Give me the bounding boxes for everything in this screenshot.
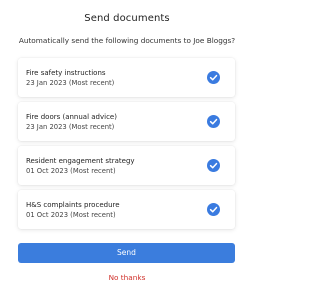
document-item-fire-doors[interactable]: Fire doors (annual advice) 23 Jan 2023 (…: [18, 102, 235, 141]
document-item-resident-engagement-strategy[interactable]: Resident engagement strategy 01 Oct 2023…: [18, 146, 235, 185]
document-date: 01 Oct 2023 (Most recent): [26, 167, 116, 175]
send-button[interactable]: Send: [18, 243, 235, 263]
document-name: Fire doors (annual advice): [26, 113, 117, 121]
check-circle-icon[interactable]: [207, 203, 220, 216]
check-circle-icon[interactable]: [207, 115, 220, 128]
document-list: Fire safety instructions 23 Jan 2023 (Mo…: [18, 58, 235, 234]
document-name: Resident engagement strategy: [26, 157, 135, 165]
check-circle-icon[interactable]: [207, 71, 220, 84]
check-circle-icon[interactable]: [207, 159, 220, 172]
document-date: 23 Jan 2023 (Most recent): [26, 123, 115, 131]
document-item-hs-complaints-procedure[interactable]: H&S complaints procedure 01 Oct 2023 (Mo…: [18, 190, 235, 229]
document-item-fire-safety-instructions[interactable]: Fire safety instructions 23 Jan 2023 (Mo…: [18, 58, 235, 97]
document-name: Fire safety instructions: [26, 69, 106, 77]
document-date: 23 Jan 2023 (Most recent): [26, 79, 115, 87]
document-date: 01 Oct 2023 (Most recent): [26, 211, 116, 219]
send-documents-dialog: Send documents Automatically send the fo…: [0, 0, 254, 300]
dialog-subtitle: Automatically send the following documen…: [18, 36, 236, 45]
document-name: H&S complaints procedure: [26, 201, 120, 209]
no-thanks-link[interactable]: No thanks: [0, 273, 254, 282]
dialog-title: Send documents: [84, 13, 170, 24]
